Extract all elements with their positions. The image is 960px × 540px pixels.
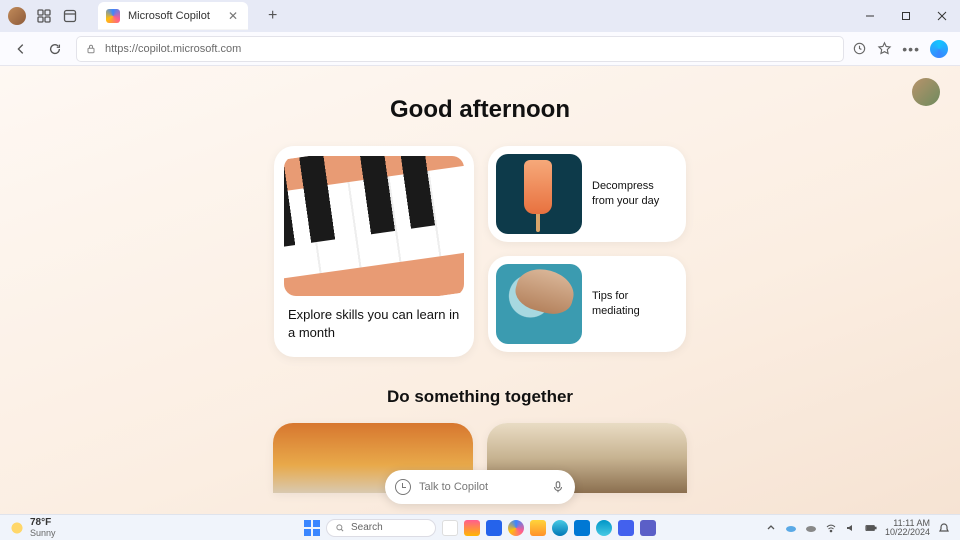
battery-icon[interactable] bbox=[865, 522, 877, 534]
taskbar-search[interactable]: Search bbox=[326, 519, 436, 537]
chat-input-bar[interactable]: Talk to Copilot bbox=[385, 470, 575, 504]
new-tab-button[interactable]: + bbox=[268, 7, 277, 25]
search-icon bbox=[335, 523, 345, 533]
volume-icon[interactable] bbox=[845, 522, 857, 534]
suggestion-card-large[interactable]: Explore skills you can learn in a month bbox=[274, 146, 474, 357]
favorites-icon[interactable] bbox=[877, 41, 892, 56]
app-icon-store[interactable] bbox=[574, 520, 590, 536]
workspaces-icon[interactable] bbox=[36, 8, 52, 24]
back-button[interactable] bbox=[8, 36, 34, 62]
weather-desc: Sunny bbox=[30, 528, 56, 538]
sun-icon bbox=[10, 521, 24, 535]
copilot-sidebar-icon[interactable] bbox=[930, 40, 948, 58]
app-icon-teams[interactable] bbox=[640, 520, 656, 536]
tab-favicon-icon bbox=[106, 9, 120, 23]
close-window-button[interactable] bbox=[924, 0, 960, 32]
greeting-heading: Good afternoon bbox=[0, 96, 960, 124]
close-tab-button[interactable]: ✕ bbox=[228, 9, 238, 23]
wifi-icon[interactable] bbox=[825, 522, 837, 534]
browser-toolbar: https://copilot.microsoft.com ••• bbox=[0, 32, 960, 66]
onedrive-icon[interactable] bbox=[785, 522, 797, 534]
card-mediate-label: Tips for mediating bbox=[592, 289, 678, 319]
app-icon-copilot[interactable] bbox=[508, 520, 524, 536]
browser-tab[interactable]: Microsoft Copilot ✕ bbox=[98, 2, 248, 30]
url-text: https://copilot.microsoft.com bbox=[105, 43, 241, 55]
hand-water-image bbox=[496, 264, 582, 344]
card-decompress-label: Decompress from your day bbox=[592, 179, 678, 209]
address-bar[interactable]: https://copilot.microsoft.com bbox=[76, 36, 844, 62]
maximize-button[interactable] bbox=[888, 0, 924, 32]
lock-icon bbox=[85, 43, 97, 55]
page-content: Good afternoon Explore skills you can le… bbox=[0, 66, 960, 514]
minimize-button[interactable] bbox=[852, 0, 888, 32]
tab-title: Microsoft Copilot bbox=[128, 10, 220, 22]
clock-date: 10/22/2024 bbox=[885, 528, 930, 537]
taskbar-search-label: Search bbox=[351, 522, 383, 533]
chat-placeholder: Talk to Copilot bbox=[419, 481, 543, 493]
app-icon-edge[interactable] bbox=[552, 520, 568, 536]
app-icon-outlook[interactable] bbox=[618, 520, 634, 536]
task-view-icon[interactable] bbox=[442, 520, 458, 536]
windows-taskbar: 78°F Sunny Search 11:11 AM 10/22/2024 bbox=[0, 514, 960, 540]
app-icon-1[interactable] bbox=[464, 520, 480, 536]
microphone-icon[interactable] bbox=[551, 480, 565, 494]
weather-temp: 78°F bbox=[30, 517, 56, 528]
shopping-icon[interactable] bbox=[852, 41, 867, 56]
suggestion-card-mediate[interactable]: Tips for mediating bbox=[488, 256, 686, 352]
section-heading: Do something together bbox=[0, 387, 960, 407]
more-menu-button[interactable]: ••• bbox=[902, 41, 920, 57]
popsicle-image bbox=[496, 154, 582, 234]
chevron-up-icon[interactable] bbox=[765, 522, 777, 534]
window-titlebar: Microsoft Copilot ✕ + bbox=[0, 0, 960, 32]
suggestion-card-decompress[interactable]: Decompress from your day bbox=[488, 146, 686, 242]
notifications-icon[interactable] bbox=[938, 522, 950, 534]
app-icon-5[interactable] bbox=[596, 520, 612, 536]
system-tray[interactable]: 11:11 AM 10/22/2024 bbox=[765, 519, 950, 537]
history-icon[interactable] bbox=[395, 479, 411, 495]
weather-widget[interactable]: 78°F Sunny bbox=[10, 517, 56, 538]
refresh-button[interactable] bbox=[42, 36, 68, 62]
app-icon-explorer[interactable] bbox=[530, 520, 546, 536]
user-avatar[interactable] bbox=[912, 78, 940, 106]
piano-image bbox=[284, 156, 464, 296]
cloud-icon[interactable] bbox=[805, 522, 817, 534]
profile-avatar-icon[interactable] bbox=[8, 7, 26, 25]
tab-actions-icon[interactable] bbox=[62, 8, 78, 24]
card-large-label: Explore skills you can learn in a month bbox=[284, 306, 464, 341]
start-button[interactable] bbox=[304, 520, 320, 536]
app-icon-word[interactable] bbox=[486, 520, 502, 536]
